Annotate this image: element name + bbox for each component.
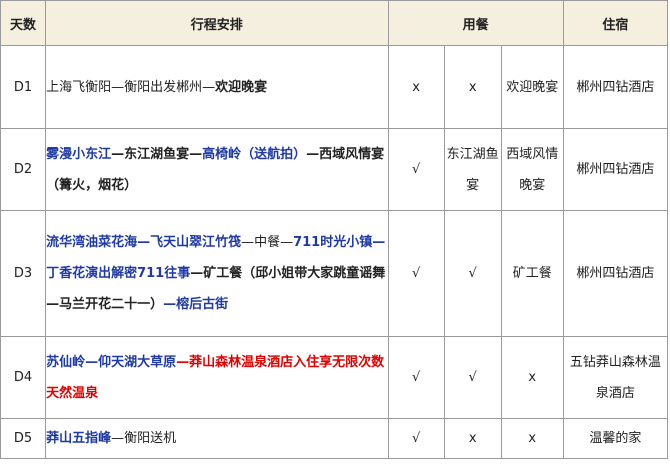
stay-cell: 郴州四钻酒店: [562, 128, 669, 211]
plan-segment: 流华湾油菜花海—飞天山翠江竹筏: [46, 235, 242, 250]
day-cell: D1: [0, 45, 47, 129]
header-meals: 用餐: [387, 0, 564, 46]
plan-segment: 苏仙岭—仰天湖大草原: [46, 354, 177, 370]
stay-cell: 五钻莽山森林温泉酒店: [562, 336, 669, 419]
plan-cell: 莽山五指峰—衡阳送机: [45, 418, 389, 459]
plan-segment: 高椅岭（送航拍）: [202, 146, 307, 162]
stay-cell: 郴州四钻酒店: [562, 210, 669, 337]
plan-cell: 上海飞衡阳—衡阳出发郴州—欢迎晚宴: [45, 45, 389, 129]
meal-dinner: 欢迎晚宴: [500, 45, 564, 129]
plan-segment: 欢迎晚宴: [215, 79, 268, 95]
day-cell: D5: [0, 418, 47, 459]
meal-breakfast: √: [387, 210, 445, 337]
day-cell: D3: [0, 210, 47, 337]
day-cell: D4: [0, 336, 47, 419]
day-cell: D2: [0, 128, 47, 211]
itinerary-sheet: 天数 行程安排 用餐 住宿 D1 上海飞衡阳—衡阳出发郴州—欢迎晚宴 x x 欢…: [0, 0, 669, 462]
table-row: D1 上海飞衡阳—衡阳出发郴州—欢迎晚宴 x x 欢迎晚宴 郴州四钻酒店: [0, 45, 669, 129]
meal-dinner: x: [500, 418, 564, 459]
itinerary-table: 天数 行程安排 用餐 住宿 D1 上海飞衡阳—衡阳出发郴州—欢迎晚宴 x x 欢…: [0, 0, 669, 459]
meal-breakfast: x: [387, 45, 445, 129]
plan-segment: 上海飞衡阳—衡阳出发郴州—: [46, 79, 216, 95]
meal-dinner: 矿工餐: [500, 210, 564, 337]
plan-segment: 莽山五指峰: [46, 431, 112, 446]
plan-segment: —衡阳送机: [111, 431, 177, 446]
header-stay: 住宿: [562, 0, 669, 46]
stay-cell: 温馨的家: [562, 418, 669, 459]
plan-segment: —东江湖鱼宴—: [111, 146, 203, 162]
header-day: 天数: [0, 0, 47, 46]
meal-lunch: 东江湖鱼宴: [443, 128, 502, 211]
plan-cell: 苏仙岭—仰天湖大草原—莽山森林温泉酒店入住享无限次数天然温泉: [45, 336, 389, 419]
plan-cell: 雾漫小东江—东江湖鱼宴—高椅岭（送航拍）—西域风情宴（篝火，烟花）: [45, 128, 389, 211]
meal-lunch: √: [443, 336, 502, 419]
meal-dinner: 西域风情晚宴: [500, 128, 564, 211]
plan-segment: —榕后古街: [163, 297, 229, 312]
table-row: D4 苏仙岭—仰天湖大草原—莽山森林温泉酒店入住享无限次数天然温泉 √ √ x …: [0, 336, 669, 419]
header-plan: 行程安排: [45, 0, 389, 46]
plan-segment: —中餐—: [241, 235, 294, 250]
stay-cell: 郴州四钻酒店: [562, 45, 669, 129]
plan-cell: 流华湾油菜花海—飞天山翠江竹筏—中餐—711时光小镇—丁香花演出解密711往事—…: [45, 210, 389, 337]
header-row: 天数 行程安排 用餐 住宿: [0, 0, 669, 46]
meal-lunch: √: [443, 210, 502, 337]
meal-lunch: x: [443, 418, 502, 459]
meal-breakfast: √: [387, 336, 445, 419]
table-row: D2 雾漫小东江—东江湖鱼宴—高椅岭（送航拍）—西域风情宴（篝火，烟花） √ 东…: [0, 128, 669, 211]
table-row: D5 莽山五指峰—衡阳送机 √ x x 温馨的家: [0, 418, 669, 459]
meal-lunch: x: [443, 45, 502, 129]
meal-breakfast: √: [387, 418, 445, 459]
plan-segment: 雾漫小东江: [46, 146, 112, 162]
meal-breakfast: √: [387, 128, 445, 211]
meal-dinner: x: [500, 336, 564, 419]
table-row: D3 流华湾油菜花海—飞天山翠江竹筏—中餐—711时光小镇—丁香花演出解密711…: [0, 210, 669, 337]
